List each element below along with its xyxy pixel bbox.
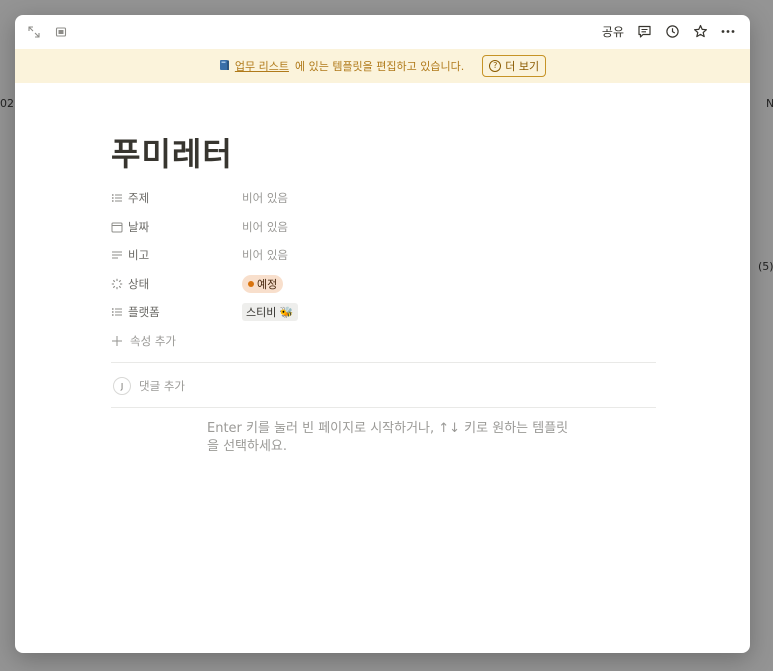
status-spinner-icon — [111, 278, 123, 289]
help-circle-icon: ? — [489, 60, 502, 72]
list-icon — [111, 194, 122, 203]
page-peek-modal: 공유 업무 리스트 에 있는 템플릿을 편집하고 있습니다. ? 더 보기 푸미… — [15, 15, 750, 653]
add-property-label: 속성 추가 — [130, 333, 176, 348]
property-name: 주제 — [128, 191, 150, 206]
avatar: J — [113, 377, 131, 395]
property-row-topic[interactable]: 주제 비어 있음 — [111, 184, 656, 213]
banner-message: 에 있는 템플릿을 편집하고 있습니다. — [294, 60, 465, 73]
status-dot — [248, 280, 254, 287]
property-list: 주제 비어 있음 날짜 비어 있음 비고 비어 있음 상태 예정 플랫폼 스티비… — [111, 184, 656, 355]
property-row-notes[interactable]: 비고 비어 있음 — [111, 241, 656, 270]
history-icon[interactable] — [664, 24, 680, 40]
learn-more-label: 더 보기 — [505, 60, 540, 73]
divider — [111, 362, 656, 363]
background-text-fragment: (5) — [758, 260, 773, 273]
share-button[interactable]: 공유 — [602, 23, 624, 40]
divider — [111, 407, 656, 408]
more-options-icon[interactable] — [720, 24, 736, 40]
calendar-icon — [111, 222, 123, 233]
plus-icon — [112, 335, 122, 346]
background-text-fragment: 02 — [0, 97, 14, 110]
list-icon — [111, 308, 122, 317]
property-value-empty[interactable]: 비어 있음 — [242, 190, 288, 206]
template-editing-banner: 업무 리스트 에 있는 템플릿을 편집하고 있습니다. ? 더 보기 — [15, 49, 750, 83]
property-row-status[interactable]: 상태 예정 — [111, 270, 656, 299]
text-lines-icon — [112, 251, 122, 259]
favorite-star-icon[interactable] — [692, 24, 708, 40]
side-peek-icon[interactable] — [53, 24, 69, 40]
add-comment-row[interactable]: J 댓글 추가 — [113, 377, 185, 395]
expand-icon[interactable] — [26, 24, 42, 40]
property-row-platform[interactable]: 플랫폼 스티비 🐝 — [111, 298, 656, 327]
status-badge[interactable]: 예정 — [242, 274, 284, 293]
property-name: 상태 — [128, 276, 150, 291]
add-property-button[interactable]: 속성 추가 — [111, 327, 656, 356]
property-name: 날짜 — [128, 219, 150, 234]
page-title[interactable]: 푸미레터 — [111, 129, 233, 175]
template-hint: Enter 키를 눌러 빈 페이지로 시작하거나, ↑↓ 키로 원하는 템플릿을… — [207, 421, 569, 454]
comment-icon[interactable] — [636, 24, 652, 40]
learn-more-button[interactable]: ? 더 보기 — [482, 55, 547, 77]
database-link[interactable]: 업무 리스트 — [235, 58, 289, 74]
modal-topbar: 공유 — [15, 15, 750, 49]
book-icon — [219, 59, 230, 74]
property-name: 플랫폼 — [128, 305, 160, 320]
property-value-empty[interactable]: 비어 있음 — [242, 219, 288, 235]
property-value-empty[interactable]: 비어 있음 — [242, 247, 288, 263]
add-comment-placeholder[interactable]: 댓글 추가 — [139, 378, 185, 394]
platform-tag[interactable]: 스티비 🐝 — [242, 303, 298, 322]
background-text-fragment: N — [766, 97, 773, 110]
property-name: 비고 — [128, 248, 150, 263]
status-label: 예정 — [257, 277, 278, 291]
property-row-date[interactable]: 날짜 비어 있음 — [111, 213, 656, 242]
